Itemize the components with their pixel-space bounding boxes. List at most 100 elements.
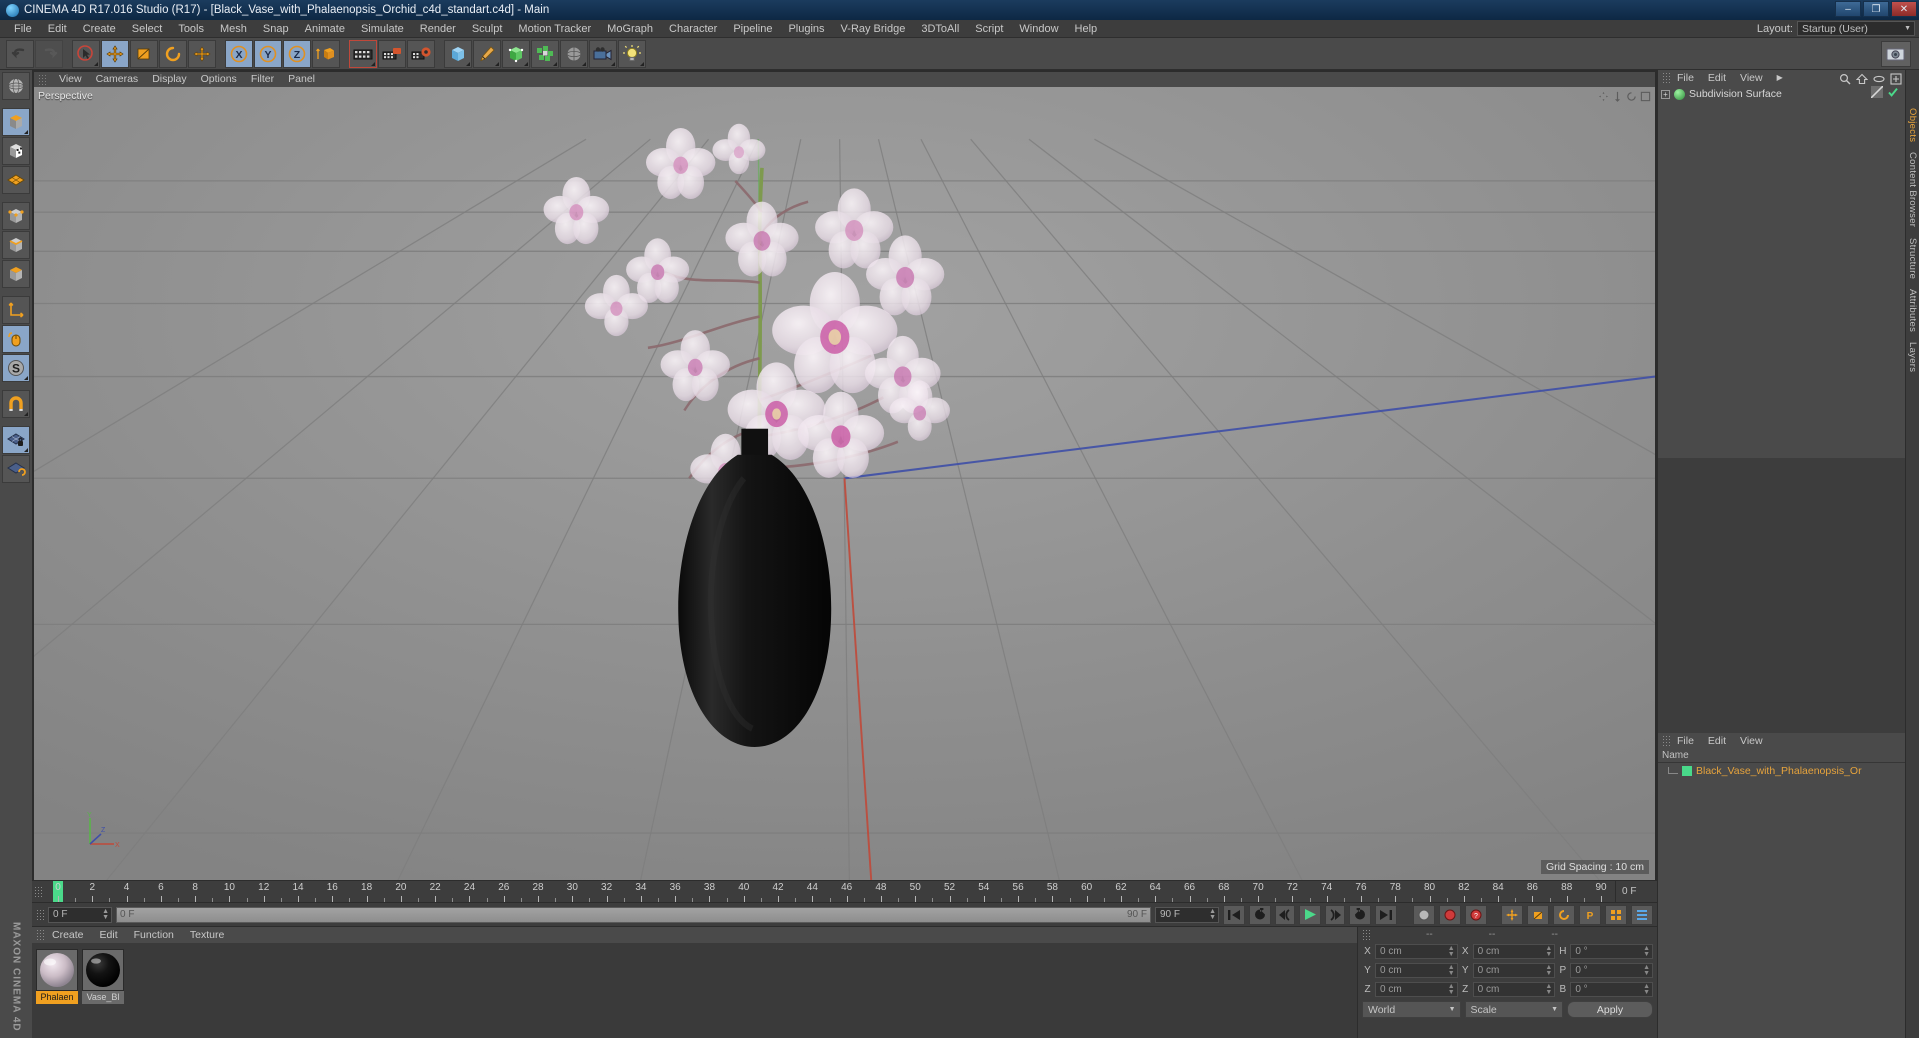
coordinates-drag-handle-icon[interactable]: [1362, 928, 1370, 941]
tool-enable-snap-s[interactable]: S: [2, 354, 30, 382]
current-frame-input[interactable]: 0 F ▲ ▼: [48, 906, 112, 923]
tool-object-mode[interactable]: [2, 108, 30, 136]
material-menu-texture[interactable]: Texture: [182, 927, 232, 943]
layout-dropdown[interactable]: Startup (User) ▼: [1797, 21, 1915, 36]
perspective-viewport[interactable]: Perspective Grid Spacing : 10 cm Y X Z: [34, 87, 1655, 880]
step-forward-button[interactable]: [1325, 904, 1345, 925]
rotation-key-button[interactable]: [1553, 904, 1575, 925]
spinner-icon[interactable]: ▲ ▼: [1643, 964, 1650, 977]
tool-texture-mode[interactable]: [2, 137, 30, 165]
material-menu-edit[interactable]: Edit: [92, 927, 126, 943]
tab-objects[interactable]: Objects: [1907, 108, 1918, 142]
timeline-ruler[interactable]: 0 2 4 6 8 10 12 14 16 18 20 22 24 26 28 30 32 34 36 38 40 42 4…: [44, 881, 1615, 902]
visibility-tag-icon[interactable]: [1870, 85, 1884, 103]
tool-workplane[interactable]: [2, 455, 30, 483]
home-icon[interactable]: [1855, 72, 1869, 85]
object-row-subdivision-surface[interactable]: + Subdivision Surface: [1658, 85, 1905, 103]
spinner-icon[interactable]: ▲ ▼: [1545, 945, 1552, 958]
generators-button[interactable]: [502, 39, 530, 68]
tool-viewport-lock[interactable]: [2, 325, 30, 353]
menu-help[interactable]: Help: [1067, 20, 1106, 38]
attribute-manager-drag-handle-icon[interactable]: [1662, 735, 1670, 747]
menu-edit[interactable]: Edit: [40, 20, 75, 38]
menu-select[interactable]: Select: [124, 20, 171, 38]
attribute-menu-file[interactable]: File: [1670, 733, 1701, 749]
keyframe-selection-button[interactable]: ?: [1465, 904, 1487, 925]
scale-key-button[interactable]: [1527, 904, 1549, 925]
tool-workplane-lock[interactable]: [2, 426, 30, 454]
autokeying-button[interactable]: [1439, 904, 1461, 925]
tool-polygon-mode[interactable]: [2, 260, 30, 288]
position-z-input[interactable]: 0 cm ▲ ▼: [1375, 982, 1458, 997]
menu-mesh[interactable]: Mesh: [212, 20, 255, 38]
render-region-button[interactable]: [378, 39, 406, 68]
attribute-row-scene-object[interactable]: Black_Vase_with_Phalaenopsis_Or: [1658, 763, 1905, 778]
play-button[interactable]: [1299, 904, 1321, 925]
close-button[interactable]: ✕: [1891, 1, 1917, 17]
add-cube-button[interactable]: [444, 39, 472, 68]
tab-attributes[interactable]: Attributes: [1907, 289, 1918, 332]
menu-simulate[interactable]: Simulate: [353, 20, 412, 38]
tab-layers[interactable]: Layers: [1907, 342, 1918, 372]
size-y-input[interactable]: 0 cm ▲ ▼: [1472, 963, 1556, 978]
loop-button[interactable]: [1349, 904, 1371, 925]
material-menu-create[interactable]: Create: [44, 927, 92, 943]
menu-character[interactable]: Character: [661, 20, 725, 38]
add-spline-button[interactable]: [473, 39, 501, 68]
object-menu-edit[interactable]: Edit: [1701, 70, 1733, 86]
redo-button[interactable]: [35, 39, 63, 68]
menu-3dtoall[interactable]: 3DToAll: [913, 20, 967, 38]
size-x-input[interactable]: 0 cm ▲ ▼: [1472, 944, 1556, 959]
tool-axis-modify[interactable]: [2, 296, 30, 324]
menu-pipeline[interactable]: Pipeline: [725, 20, 780, 38]
object-menu-file[interactable]: File: [1670, 70, 1701, 86]
menu-tools[interactable]: Tools: [170, 20, 212, 38]
position-key-button[interactable]: [1501, 904, 1523, 925]
tool-point-mode[interactable]: [2, 202, 30, 230]
add-icon[interactable]: [1890, 72, 1902, 85]
light-button[interactable]: [618, 39, 646, 68]
spinner-icon[interactable]: ▲ ▼: [1643, 983, 1650, 996]
viewport-menu-cameras[interactable]: Cameras: [89, 72, 146, 87]
coordinate-system-dropdown[interactable]: World ▼: [1362, 1001, 1461, 1018]
object-manager-empty-area[interactable]: [1658, 458, 1905, 733]
rotate-tool[interactable]: [159, 39, 187, 68]
attribute-menu-edit[interactable]: Edit: [1701, 733, 1733, 749]
spinner-icon[interactable]: ▲ ▼: [1448, 964, 1455, 977]
viewport-menu-view[interactable]: View: [52, 72, 89, 87]
pan-icon[interactable]: [1598, 89, 1609, 102]
maximize-icon[interactable]: [1640, 89, 1651, 102]
checkmark-tag-icon[interactable]: [1887, 85, 1899, 103]
rotation-h-input[interactable]: 0 ° ▲ ▼: [1570, 944, 1654, 959]
expand-icon[interactable]: +: [1661, 89, 1670, 99]
rotate-icon[interactable]: [1626, 89, 1637, 101]
menu-mograph[interactable]: MoGraph: [599, 20, 661, 38]
menu-animate[interactable]: Animate: [297, 20, 353, 38]
eye-icon[interactable]: [1873, 72, 1885, 84]
rotation-b-input[interactable]: 0 ° ▲ ▼: [1570, 982, 1654, 997]
deformers-button[interactable]: [531, 39, 559, 68]
menu-plugins[interactable]: Plugins: [780, 20, 832, 38]
menu-motion-tracker[interactable]: Motion Tracker: [510, 20, 599, 38]
viewport-drag-handle-icon[interactable]: [38, 74, 47, 85]
spinner-icon[interactable]: ▲ ▼: [1545, 964, 1552, 977]
spinner-icon[interactable]: ▲ ▼: [102, 908, 109, 921]
spinner-icon[interactable]: ▲ ▼: [1209, 908, 1216, 921]
material-item-vase-black[interactable]: Vase_Bl: [82, 949, 124, 1032]
render-picture-viewer-button[interactable]: [1881, 40, 1911, 67]
render-view-button[interactable]: [349, 39, 377, 68]
menu-create[interactable]: Create: [75, 20, 124, 38]
coordinate-mode-dropdown[interactable]: Scale ▼: [1464, 1001, 1563, 1018]
maximize-button[interactable]: ❐: [1863, 1, 1889, 17]
axis-x-lock[interactable]: X: [225, 39, 253, 68]
viewport-menu-panel[interactable]: Panel: [281, 72, 322, 87]
end-frame-input[interactable]: 90 F ▲ ▼: [1155, 906, 1219, 923]
position-y-input[interactable]: 0 cm ▲ ▼: [1375, 963, 1458, 978]
material-item-phalaen[interactable]: Phalaen: [36, 949, 78, 1032]
pla-key-button[interactable]: [1605, 904, 1627, 925]
spinner-icon[interactable]: ▲ ▼: [1545, 983, 1552, 996]
minimize-button[interactable]: –: [1835, 1, 1861, 17]
object-menu-view[interactable]: View: [1733, 70, 1770, 86]
scale-tool[interactable]: [130, 39, 158, 68]
search-icon[interactable]: [1839, 72, 1851, 85]
